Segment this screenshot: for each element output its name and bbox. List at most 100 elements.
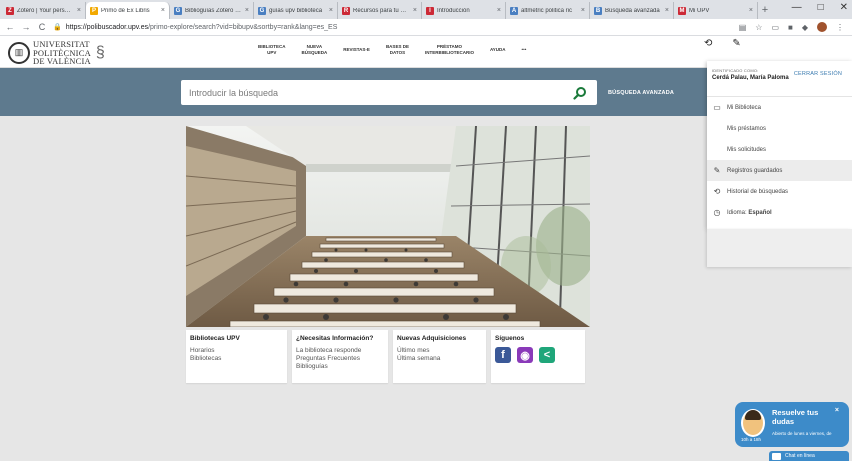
user-menu-item[interactable]: ▭ Mi Biblioteca: [707, 97, 852, 118]
info-card: Síguenos f ◉ <: [491, 330, 585, 383]
info-card-link[interactable]: Último mes: [397, 347, 482, 355]
tab-close-icon[interactable]: ×: [245, 7, 249, 14]
tab-close-icon[interactable]: ×: [77, 7, 81, 14]
tab-close-icon[interactable]: ×: [161, 7, 165, 14]
info-card-title: Síguenos: [495, 335, 525, 342]
user-menu-item[interactable]: ✎ Registros guardados: [707, 160, 852, 181]
url-host: https://polibuscador.upv.es: [65, 23, 149, 31]
reload-icon[interactable]: C: [37, 22, 47, 32]
dropbox-icon[interactable]: ◆: [802, 23, 808, 32]
extension-icons: ▤ ☆ ▭ ■ ◆ ⋮: [739, 22, 852, 32]
lock-icon: 🔒: [53, 24, 62, 31]
user-menu-item[interactable]: Mis préstamos: [707, 118, 852, 139]
translate-icon[interactable]: ▤: [739, 23, 747, 32]
tab-title: Introducción: [437, 7, 470, 14]
tab-title: guías upv biblioteca: [269, 7, 323, 14]
instagram-icon[interactable]: ◉: [517, 347, 533, 363]
tab-title: Búsqueda avanzada: [605, 7, 660, 14]
info-card-link[interactable]: Biblioguías: [296, 363, 384, 371]
info-card-link[interactable]: Última semana: [397, 355, 482, 363]
browser-tab[interactable]: Z Zotero | Your personal ×: [2, 2, 86, 19]
zotero-icon[interactable]: ■: [788, 23, 793, 32]
browser-tab[interactable]: P Primo de Ex Libris ×: [86, 2, 170, 19]
url-path: /primo-explore/search?vid=bibupv&sortby=…: [148, 23, 338, 31]
globe-icon: ◷: [713, 208, 721, 217]
user-menu-item-label: Mis préstamos: [727, 125, 767, 132]
pin-icon[interactable]: ✎: [732, 38, 740, 49]
nav-item[interactable]: REVISTAS-E: [343, 47, 370, 53]
info-card-link[interactable]: Preguntas Frecuentes: [296, 355, 384, 363]
user-menu-item[interactable]: ⟲ Historial de búsquedas: [707, 181, 852, 202]
browser-tab[interactable]: B Búsqueda avanzada ×: [590, 2, 674, 19]
browser-tab[interactable]: Aaltmetric politica ric ×: [506, 2, 590, 19]
tab-close-icon[interactable]: ×: [581, 7, 585, 14]
language-selector[interactable]: ◷ Idioma: Español: [707, 202, 852, 223]
tab-favicon-icon: G: [258, 6, 266, 15]
nav-item[interactable]: BASES DE DATOS: [386, 44, 409, 56]
tab-favicon-icon: B: [594, 6, 602, 15]
tab-close-icon[interactable]: ×: [329, 7, 333, 14]
chat-online-bar[interactable]: Chat en línea: [769, 451, 849, 461]
advanced-search-link[interactable]: BÚSQUEDA AVANZADA: [608, 90, 674, 96]
info-card-link[interactable]: Horarios: [190, 347, 283, 355]
back-icon[interactable]: ←: [5, 22, 15, 32]
chat-widget[interactable]: Resuelve tus dudas Abierto de lunes a vi…: [735, 402, 849, 447]
facebook-icon[interactable]: f: [495, 347, 511, 363]
logout-button[interactable]: CERRAR SESIÓN: [794, 71, 842, 77]
maximize-icon[interactable]: □: [818, 2, 824, 13]
chat-hours-range: 10h a 18h: [741, 437, 762, 442]
extension-icon[interactable]: ▭: [771, 23, 779, 32]
tab-close-icon[interactable]: ×: [497, 7, 501, 14]
browser-tab[interactable]: Gguías upv biblioteca ×: [254, 2, 338, 19]
search-box: [181, 80, 597, 105]
search-button[interactable]: [569, 82, 591, 104]
user-menu-dropdown: IDENTIFICADO COMO: Cerdá Palau, María Pa…: [707, 61, 852, 229]
info-card-link[interactable]: La biblioteca responde: [296, 347, 384, 355]
tab-title: altmetric politica ric: [521, 7, 573, 14]
history-icon: ⟲: [713, 187, 721, 196]
pin-icon: ✎: [713, 166, 721, 175]
tab-favicon-icon: G: [174, 6, 182, 15]
nav-item[interactable]: BIBLIOTECA UPV: [258, 44, 286, 56]
library-card-icon: ▭: [713, 103, 721, 112]
upv-logo[interactable]: ▥ UNIVERSITAT POLITÈCNICA DE VALÈNCIA §: [8, 40, 105, 66]
search-input[interactable]: [189, 87, 569, 98]
browser-tab[interactable]: M Mi UPV ×: [674, 2, 758, 19]
browser-menu-icon[interactable]: ⋮: [836, 23, 844, 32]
nav-item[interactable]: NUEVA BÚSQUEDA: [302, 44, 328, 56]
nav-item[interactable]: AYUDA: [490, 47, 506, 53]
chat-close-icon[interactable]: ×: [835, 407, 839, 414]
user-menu-footer-panel: [707, 229, 852, 267]
info-card: Nuevas Adquisiciones Último mes Última sem…: [393, 330, 486, 383]
user-menu-item-label: Mis solicitudes: [727, 146, 767, 153]
nav-item[interactable]: PRÉSTAMO INTERBIBLIOTECARIO: [425, 44, 474, 56]
bookmark-star-icon[interactable]: ☆: [755, 23, 762, 32]
new-tab-button[interactable]: +: [758, 2, 772, 19]
tab-close-icon[interactable]: ×: [749, 7, 753, 14]
tab-close-icon[interactable]: ×: [665, 7, 669, 14]
user-menu-item-label: Mi Biblioteca: [727, 104, 762, 111]
info-card-title: Nuevas Adquisiciones: [397, 335, 467, 342]
browser-tab[interactable]: R Recursos para tu TFG ×: [338, 2, 422, 19]
profile-avatar[interactable]: [817, 22, 827, 32]
minimize-icon[interactable]: —: [792, 2, 802, 13]
user-menu-item[interactable]: Mis solicitudes: [707, 139, 852, 160]
header-icons: ⟲ ✎: [704, 38, 741, 49]
history-icon[interactable]: ⟲: [704, 38, 712, 49]
forward-icon[interactable]: →: [21, 22, 31, 32]
tab-close-icon[interactable]: ×: [413, 7, 417, 14]
main-nav: BIBLIOTECA UPV NUEVA BÚSQUEDA REVISTAS-E BA…: [258, 40, 526, 60]
share-icon[interactable]: <: [539, 347, 555, 363]
address-bar: ← → C 🔒 https://polibuscador.upv.es/prim…: [0, 19, 852, 36]
close-icon[interactable]: ✕: [840, 2, 848, 13]
info-card-link[interactable]: Bibliotecas: [190, 355, 283, 363]
browser-tab[interactable]: I Introducción ×: [422, 2, 506, 19]
tab-title: Primo de Ex Libris: [101, 7, 150, 14]
url-field[interactable]: 🔒 https://polibuscador.upv.es/primo-expl…: [53, 23, 733, 32]
logo-text: UNIVERSITAT POLITÈCNICA DE VALÈNCIA: [33, 39, 91, 66]
tab-favicon-icon: R: [342, 6, 350, 15]
info-card: ¿Necesitas Información? La biblioteca res…: [292, 330, 388, 383]
browser-tab[interactable]: G Biblioguías Zotero - Bu ×: [170, 2, 254, 19]
nav-item[interactable]: •••: [522, 47, 527, 53]
tab-title: Zotero | Your personal: [17, 7, 74, 14]
